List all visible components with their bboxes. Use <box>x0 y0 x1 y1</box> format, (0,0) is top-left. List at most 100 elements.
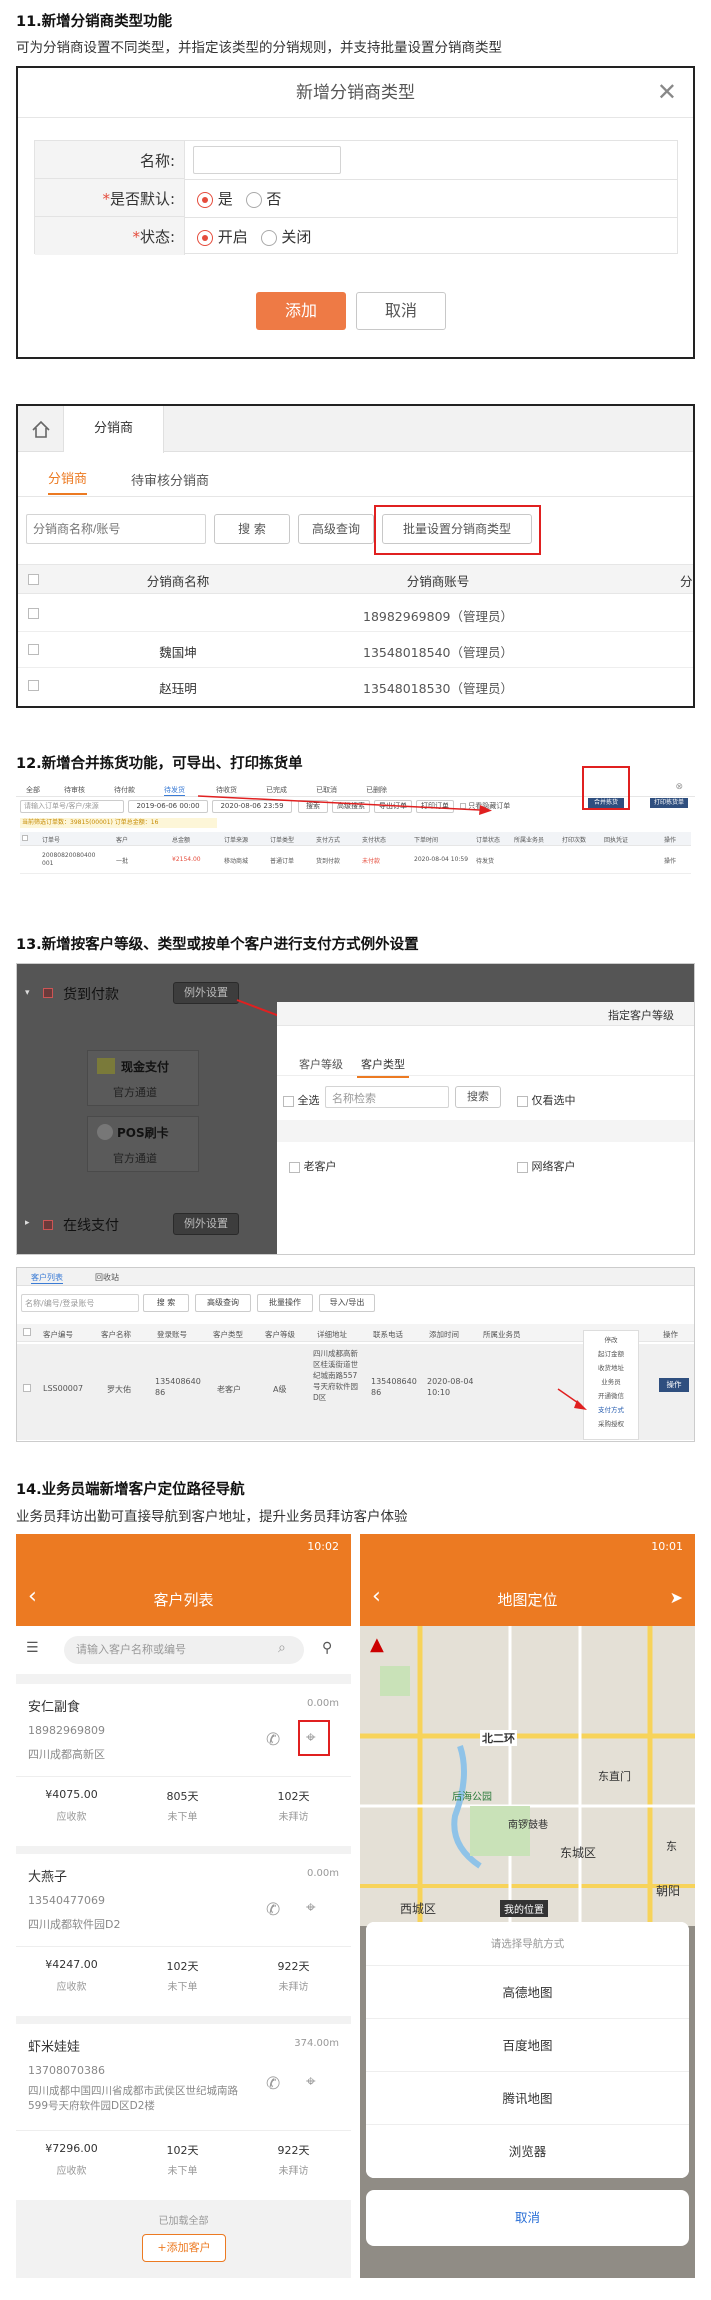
specify-customer-level-panel: 指定客户等级 客户等级 客户类型 全选 名称检索 搜索 仅看选中 老客户 网络客… <box>277 1002 694 1254</box>
order-tab[interactable]: 待付款 <box>114 785 135 795</box>
cancel-button[interactable]: 取消 <box>356 292 446 330</box>
filter-icon[interactable]: ⚲ <box>322 1640 332 1656</box>
home-icon[interactable] <box>18 406 64 452</box>
chevron-right-icon[interactable]: ▸ <box>25 1218 30 1228</box>
menu-item[interactable]: 采购授权 <box>584 1418 638 1428</box>
row-checkbox[interactable] <box>23 1384 31 1392</box>
cod-checkbox[interactable] <box>43 988 53 998</box>
add-button[interactable]: 添加 <box>256 292 346 330</box>
order-tab[interactable]: 待审核 <box>64 785 85 795</box>
customer-search-input[interactable]: 名称/编号/登录账号 <box>21 1294 139 1312</box>
online-exception-button[interactable]: 例外设置 <box>173 1213 239 1235</box>
select-all-checkbox[interactable] <box>28 574 39 585</box>
days-no-visit: 922天 <box>277 1960 310 1973</box>
col-name-header: 分销商名称 <box>146 574 210 589</box>
col-header: 客户名称 <box>101 1330 131 1339</box>
select-all-filter[interactable]: 全选 <box>283 1092 320 1108</box>
import-export-button[interactable]: 导入/导出 <box>319 1294 375 1312</box>
search-icon[interactable]: ⌕ <box>278 1640 286 1656</box>
select-all-checkbox[interactable] <box>23 1328 31 1336</box>
default-radio-group: 是 否 <box>197 188 281 209</box>
customer-address: 四川成都软件园D2 <box>28 1918 121 1931</box>
name-search-input[interactable]: 名称检索 <box>325 1086 449 1108</box>
page-title: 地图定位 <box>497 1591 558 1609</box>
option-online-customer[interactable]: 网络客户 <box>517 1158 576 1174</box>
status-on-radio[interactable] <box>197 229 213 246</box>
sort-icon[interactable]: ☰ <box>26 1640 39 1656</box>
status-off-radio[interactable] <box>260 229 277 246</box>
col-header: 联系电话 <box>373 1330 403 1339</box>
customer-level: A级 <box>273 1385 287 1394</box>
customer-card[interactable]: 虾米娃娃 374.00m 13708070386 四川成都中国四川省成都市武侯区… <box>16 2024 351 2200</box>
merge-picking-button[interactable]: 合并拣货 <box>588 798 624 808</box>
order-action-link[interactable]: 操作 <box>664 856 676 865</box>
add-customer-button[interactable]: +添加客户 <box>142 2234 226 2262</box>
row-checkbox[interactable] <box>28 680 39 691</box>
customer-card[interactable]: 大燕子 0.00m 13540477069 四川成都软件园D2 ✆ ⌖ ¥424… <box>16 1854 351 2016</box>
col-header: 客户类型 <box>213 1330 243 1339</box>
no-order-label: 未下单 <box>167 1812 198 1823</box>
close-icon[interactable]: ⊗ <box>675 782 683 792</box>
map-label: 北二环 <box>480 1730 517 1746</box>
order-search-input[interactable]: 请输入订单号/客户/来源 <box>20 800 124 813</box>
tencent-map-option[interactable]: 腾讯地图 <box>366 2072 689 2125</box>
menu-item[interactable]: 停改 <box>584 1334 638 1344</box>
order-tab[interactable]: 全部 <box>26 785 40 795</box>
tab-distributor[interactable]: 分销商 <box>64 406 164 453</box>
navigate-icon[interactable]: ➤ <box>670 1588 683 1607</box>
amap-option[interactable]: 高德地图 <box>366 1966 689 2019</box>
map-view[interactable] <box>360 1626 695 1926</box>
menu-item[interactable]: 业务员 <box>584 1376 638 1386</box>
row-operate-button[interactable]: 操作 <box>659 1378 689 1392</box>
panel-search-button[interactable]: 搜索 <box>455 1086 501 1108</box>
cash-icon <box>97 1058 115 1074</box>
distributor-search-input[interactable] <box>26 514 206 544</box>
option-old-customer[interactable]: 老客户 <box>289 1158 337 1174</box>
browser-option[interactable]: 浏览器 <box>366 2125 689 2178</box>
batch-operate-button[interactable]: 批量操作 <box>257 1294 313 1312</box>
default-no-radio[interactable] <box>245 191 262 208</box>
row-account: 18982969809（管理员） <box>363 609 513 624</box>
exception-settings-button[interactable]: 例外设置 <box>173 982 239 1004</box>
advanced-query-button[interactable]: 高级查询 <box>195 1294 251 1312</box>
chevron-down-icon[interactable]: ▾ <box>25 988 30 998</box>
search-button[interactable]: 搜 索 <box>143 1294 189 1312</box>
tab-recycle-bin[interactable]: 回收站 <box>95 1272 119 1283</box>
online-checkbox[interactable] <box>43 1220 53 1230</box>
phone-icon[interactable]: ✆ <box>266 2074 280 2094</box>
phone-icon[interactable]: ✆ <box>266 1730 280 1750</box>
subtab-pending[interactable]: 待审核分销商 <box>131 470 209 489</box>
sheet-cancel-button[interactable]: 取消 <box>366 2190 689 2246</box>
default-yes-radio[interactable] <box>197 191 213 208</box>
close-icon[interactable]: ✕ <box>657 78 677 106</box>
pos-channel: 官方通道 <box>113 1152 157 1165</box>
name-input[interactable] <box>193 146 341 174</box>
table-row: 魏国坤 13548018540（管理员） <box>18 632 693 668</box>
menu-item[interactable]: 收货地址 <box>584 1362 638 1372</box>
table-row: 赵珏明 13548018530（管理员） <box>18 668 693 704</box>
dialog-title: 新增分销商类型 <box>18 68 693 118</box>
customer-search-input[interactable]: 请输入客户名称或编号 <box>64 1636 304 1664</box>
customer-card[interactable]: 安仁副食 0.00m 18982969809 四川成都高新区 ✆ ⌖ ¥4075… <box>16 1684 351 1846</box>
row-checkbox[interactable] <box>28 608 39 619</box>
baidu-map-option[interactable]: 百度地图 <box>366 2019 689 2072</box>
advanced-search-button[interactable]: 高级查询 <box>298 514 374 544</box>
tab-customer-level[interactable]: 客户等级 <box>299 1056 343 1072</box>
phone-icon[interactable]: ✆ <box>266 1900 280 1920</box>
customer-name: 大燕子 <box>28 1870 68 1885</box>
order-number: 20080820080400 001 <box>42 852 96 867</box>
only-selected-filter[interactable]: 仅看选中 <box>517 1092 576 1108</box>
status-label: 状态: <box>139 228 175 246</box>
tab-customer-list[interactable]: 客户列表 <box>31 1272 63 1284</box>
customer-account: 13540864086 <box>155 1377 201 1397</box>
order-tab-active[interactable]: 待发货 <box>164 785 185 796</box>
search-button[interactable]: 搜 索 <box>214 514 290 544</box>
print-picking-list-button[interactable]: 打印拣货单 <box>650 798 688 808</box>
status-time: 10:02 <box>307 1540 339 1553</box>
menu-item[interactable]: 起订金额 <box>584 1348 638 1358</box>
subtab-distributor[interactable]: 分销商 <box>48 468 88 495</box>
location-pin-icon[interactable]: ⌖ <box>306 2072 316 2092</box>
location-pin-icon[interactable]: ⌖ <box>306 1898 316 1918</box>
select-all-checkbox[interactable] <box>22 835 28 841</box>
row-checkbox[interactable] <box>28 644 39 655</box>
